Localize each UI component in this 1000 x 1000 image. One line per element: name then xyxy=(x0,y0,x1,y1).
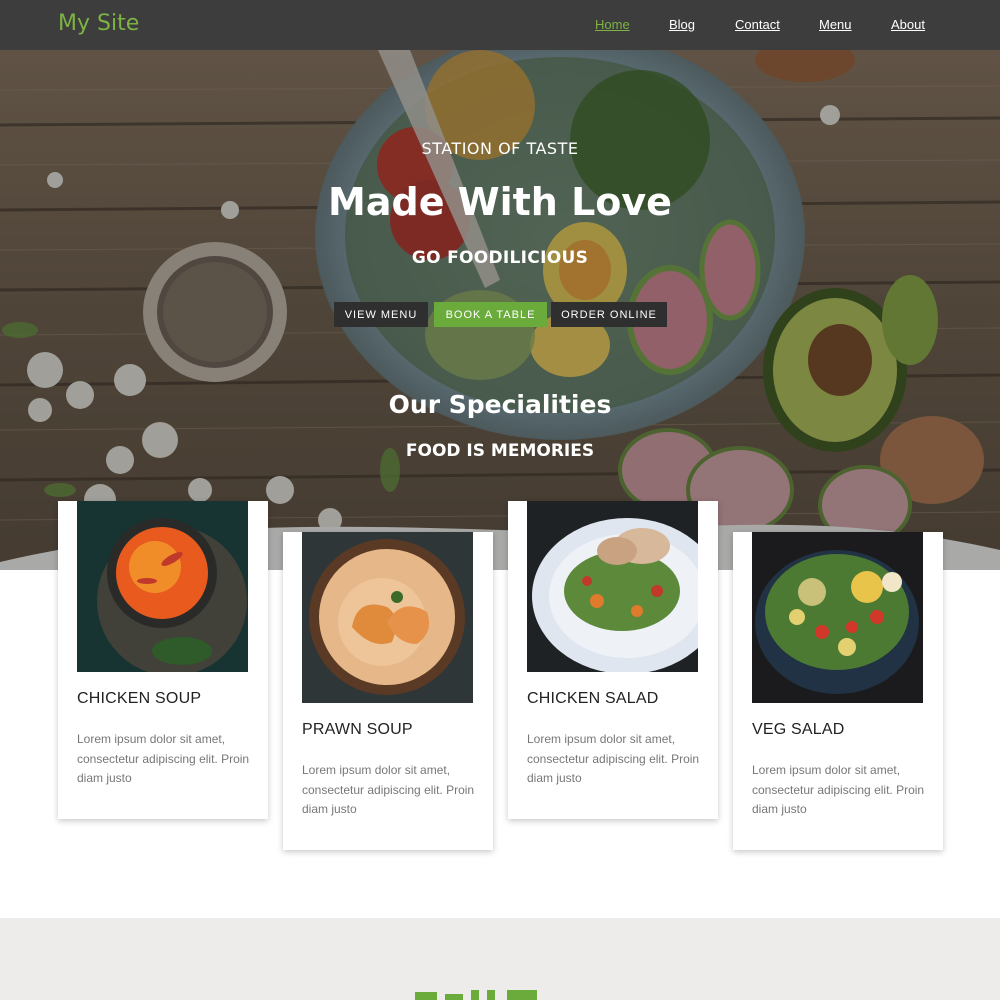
nav-link-menu[interactable]: Menu xyxy=(819,17,852,32)
card-description: Lorem ipsum dolor sit amet, consectetur … xyxy=(752,763,925,816)
book-table-button[interactable]: BOOK A TABLE xyxy=(434,302,547,327)
nav-link-contact[interactable]: Contact xyxy=(735,17,780,32)
card-description: Lorem ipsum dolor sit amet, consectetur … xyxy=(302,763,475,816)
card-title: CHICKEN SALAD xyxy=(527,690,659,707)
nav-link-home[interactable]: Home xyxy=(595,17,630,32)
card-description: Lorem ipsum dolor sit amet, consectetur … xyxy=(77,732,250,785)
prawn-bowl-image xyxy=(302,532,473,703)
nav-link-blog[interactable]: Blog xyxy=(669,17,695,32)
hero-subline: GO FOODILICIOUS xyxy=(411,248,589,268)
card-chicken-salad[interactable]: CHICKEN SALAD Lorem ipsum dolor sit amet… xyxy=(508,501,718,819)
section-heading-partial xyxy=(415,990,537,1000)
card-title: CHICKEN SOUP xyxy=(77,690,202,707)
nav-link-about[interactable]: About xyxy=(891,17,925,32)
soup-bowl-image xyxy=(77,501,248,672)
card-prawn-soup[interactable]: PRAWN SOUP Lorem ipsum dolor sit amet, c… xyxy=(283,532,493,850)
veg-bowl-image xyxy=(752,532,923,703)
salad-plate-image xyxy=(527,501,698,672)
order-online-button[interactable]: ORDER ONLINE xyxy=(551,302,667,327)
next-section-band xyxy=(0,918,1000,1000)
site-brand[interactable]: My Site xyxy=(58,11,139,36)
specialities-heading: Our Specialities xyxy=(388,390,612,419)
navbar: My Site Home Blog Contact Menu About xyxy=(0,0,1000,50)
hero-tagline: STATION OF TASTE xyxy=(421,139,579,158)
specialities-subheading: FOOD IS MEMORIES xyxy=(405,441,595,461)
view-menu-button[interactable]: VIEW MENU xyxy=(334,302,428,327)
card-description: Lorem ipsum dolor sit amet, consectetur … xyxy=(527,732,700,785)
card-chicken-soup[interactable]: CHICKEN SOUP Lorem ipsum dolor sit amet,… xyxy=(58,501,268,819)
card-veg-salad[interactable]: VEG SALAD Lorem ipsum dolor sit amet, co… xyxy=(733,532,943,850)
hero-section: STATION OF TASTE Made With Love GO FOODI… xyxy=(0,50,1000,570)
hero-headline: Made With Love xyxy=(328,180,672,224)
card-title: VEG SALAD xyxy=(752,721,845,738)
card-title: PRAWN SOUP xyxy=(302,721,413,738)
